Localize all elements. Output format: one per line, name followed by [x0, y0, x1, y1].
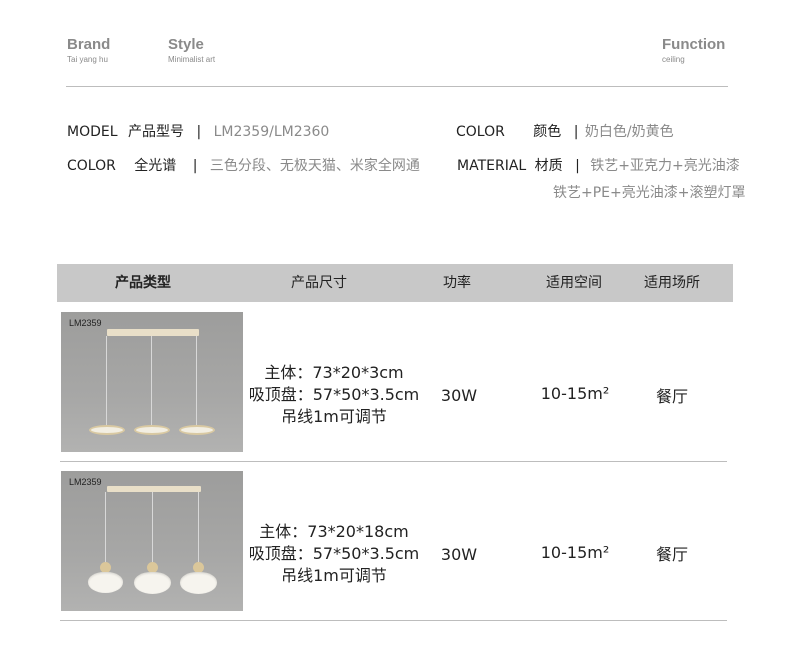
- table-header: 产品类型 产品尺寸 功率 适用空间 适用场所: [57, 264, 733, 302]
- header-product-size: 产品尺寸: [291, 275, 347, 291]
- size-main: 主体：73*20*18cm: [259, 522, 409, 541]
- header-space: 适用空间: [546, 275, 602, 291]
- header-place: 适用场所: [644, 275, 700, 291]
- material-value-1: 铁艺+亚克力+亮光油漆: [590, 158, 740, 174]
- spectrum-spec: COLOR 全光谱 | 三色分段、无极天猫、米家全网通: [67, 155, 420, 175]
- product-image-pebble-pendant: LM2359: [61, 471, 243, 611]
- pendant-wire: [105, 492, 106, 564]
- pebble-shade: [88, 572, 123, 593]
- size-main: 主体：73*20*3cm: [264, 363, 404, 382]
- size-canopy: 吸顶盘：57*50*3.5cm: [248, 385, 420, 404]
- model-value: LM2359/LM2360: [213, 124, 330, 140]
- ring-lamp: [179, 425, 215, 435]
- pendant-wire: [196, 336, 197, 426]
- style-block: Style Minimalist art: [168, 36, 215, 64]
- ring-lamp: [89, 425, 125, 435]
- color-value: 奶白色/奶黄色: [584, 124, 674, 140]
- function-block: Function ceiling: [662, 36, 725, 64]
- power-cell: 30W: [440, 386, 478, 405]
- separator: |: [196, 124, 202, 140]
- color-label: COLOR: [456, 124, 505, 140]
- size-canopy: 吸顶盘：57*50*3.5cm: [248, 544, 420, 563]
- size-wire: 吊线1m可调节: [281, 407, 387, 426]
- size-wire: 吊线1m可调节: [281, 566, 387, 585]
- color-cn-label: 颜色: [533, 124, 562, 140]
- place-cell: 餐厅: [655, 545, 688, 564]
- color2-label: COLOR: [67, 158, 116, 174]
- pebble-shade: [180, 572, 217, 594]
- pendant-wire: [151, 336, 152, 426]
- color2-cn-label: 全光谱: [134, 158, 177, 174]
- image-model-tag: LM2359: [69, 318, 102, 328]
- space-cell: 10-15m²: [540, 384, 610, 403]
- material-label: MATERIAL: [457, 158, 527, 174]
- separator: |: [573, 124, 579, 140]
- row-divider: [60, 620, 727, 621]
- material-cn-label: 材质: [534, 158, 563, 174]
- model-cn-label: 产品型号: [127, 124, 184, 140]
- product-image-ring-pendant: LM2359: [61, 312, 243, 452]
- brand-block: Brand Tai yang hu: [67, 36, 110, 64]
- material-spec-line2: 铁艺+PE+亮光油漆+滚塑灯罩: [553, 182, 745, 202]
- ceiling-bar: [107, 329, 199, 336]
- image-model-tag: LM2359: [69, 477, 102, 487]
- header-divider: [66, 86, 728, 87]
- pendant-wire: [106, 336, 107, 426]
- space-cell: 10-15m²: [540, 543, 610, 562]
- place-cell: 餐厅: [655, 387, 688, 406]
- material-spec: MATERIAL 材质 | 铁艺+亚克力+亮光油漆: [457, 155, 740, 175]
- size-cell: 主体：73*20*3cm 吸顶盘：57*50*3.5cm 吊线1m可调节: [248, 362, 420, 428]
- brand-subtitle: Tai yang hu: [67, 55, 108, 64]
- header-product-type: 产品类型: [115, 275, 171, 291]
- power-cell: 30W: [440, 545, 478, 564]
- color-spec: COLOR 颜色 | 奶白色/奶黄色: [456, 121, 674, 141]
- style-title: Style: [168, 36, 204, 53]
- color2-value: 三色分段、无极天猫、米家全网通: [209, 158, 420, 174]
- header-power: 功率: [443, 275, 471, 291]
- model-label: MODEL: [67, 124, 118, 140]
- ring-lamp: [134, 425, 170, 435]
- material-value-2: 铁艺+PE+亮光油漆+滚塑灯罩: [553, 185, 746, 201]
- brand-title: Brand: [67, 36, 111, 53]
- pebble-shade: [134, 572, 171, 594]
- size-cell: 主体：73*20*18cm 吸顶盘：57*50*3.5cm 吊线1m可调节: [248, 521, 420, 587]
- pendant-wire: [152, 492, 153, 564]
- function-title: Function: [662, 36, 726, 53]
- function-subtitle: ceiling: [662, 55, 685, 64]
- style-subtitle: Minimalist art: [168, 55, 216, 64]
- model-spec: MODEL 产品型号 | LM2359/LM2360: [67, 121, 329, 141]
- row-divider: [60, 461, 727, 462]
- separator: |: [192, 158, 198, 174]
- separator: |: [575, 158, 580, 174]
- ceiling-bar: [107, 486, 201, 492]
- pendant-wire: [198, 492, 199, 564]
